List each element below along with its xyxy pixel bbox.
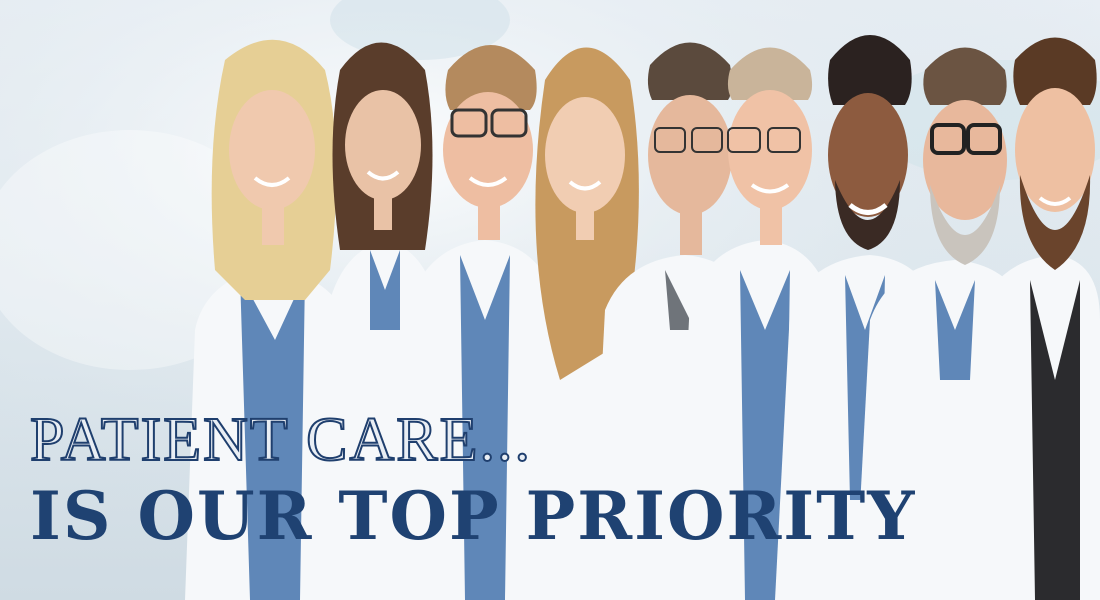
hero-banner: PATIENT CARE... IS OUR TOP PRIORITY: [0, 0, 1100, 600]
headline-line-1: PATIENT CARE...: [29, 405, 532, 475]
headline: PATIENT CARE... IS OUR TOP PRIORITY: [29, 405, 917, 555]
headline-line-2: IS OUR TOP PRIORITY: [30, 477, 917, 555]
